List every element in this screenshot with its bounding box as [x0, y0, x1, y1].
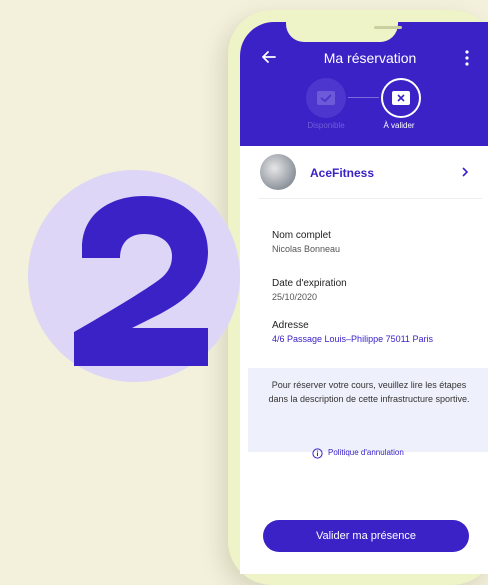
- ticket-icon: [392, 91, 410, 105]
- back-arrow-icon[interactable]: [260, 48, 278, 66]
- app-screen: Ma réservation Disponible À valider AceF…: [240, 22, 488, 574]
- app-header: Ma réservation Disponible À valider: [240, 22, 488, 146]
- more-options-icon[interactable]: [465, 50, 469, 66]
- validate-presence-button[interactable]: Valider ma présence: [263, 520, 469, 552]
- club-name: AceFitness: [310, 166, 375, 180]
- club-row[interactable]: AceFitness: [258, 146, 482, 199]
- info-text: Pour réserver votre cours, veuillez lire…: [268, 380, 470, 404]
- name-value: Nicolas Bonneau: [272, 244, 341, 254]
- step-number-graphic: [74, 196, 208, 366]
- page-title: Ma réservation: [323, 50, 417, 66]
- step-to-validate: [381, 78, 421, 118]
- expiration-value: 25/10/2020: [272, 292, 318, 302]
- expiration-label: Date d'expiration: [272, 278, 347, 289]
- step-available: [306, 78, 346, 118]
- address-label: Adresse: [272, 320, 309, 331]
- chevron-right-icon: [462, 167, 469, 177]
- address-value[interactable]: 4/6 Passage Louis–Philippe 75011 Paris: [272, 334, 433, 344]
- phone-notch: [286, 22, 402, 42]
- speaker-bar: [374, 26, 402, 29]
- step-label-to-validate: À valider: [383, 121, 415, 130]
- cancellation-policy-link[interactable]: Politique d'annulation: [328, 448, 404, 457]
- club-avatar: [260, 154, 296, 190]
- name-label: Nom complet: [272, 230, 331, 241]
- step-connector: [348, 97, 379, 98]
- ticket-check-icon: [317, 91, 335, 105]
- step-label-available: Disponible: [307, 121, 345, 130]
- info-icon: [312, 448, 323, 459]
